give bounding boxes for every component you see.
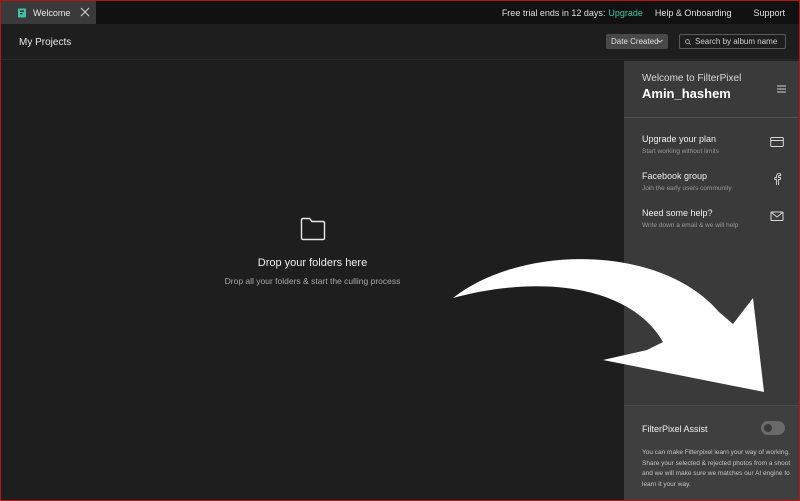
assist-toggle[interactable]: [761, 421, 785, 435]
assist-description: You can make Filterpixel learn your way …: [642, 449, 791, 488]
title-bar: Welcome Free trial ends in 12 days: Upgr…: [1, 1, 799, 24]
trial-status: Free trial ends in 12 days:: [501, 7, 606, 18]
search-input[interactable]: [695, 37, 785, 46]
facebook-group-item[interactable]: Facebook group Join the early users comm…: [642, 171, 792, 192]
welcome-block: Welcome to FilterPixel Amin_hashem: [624, 61, 799, 118]
sort-dropdown[interactable]: Date Created: [606, 34, 668, 49]
page-title: My Projects: [19, 37, 72, 48]
search-box[interactable]: [679, 34, 786, 49]
credit-card-icon: [770, 137, 784, 147]
facebook-group-subtitle: Join the early users community: [642, 185, 732, 192]
app-window: Welcome Free trial ends in 12 days: Upgr…: [0, 0, 800, 501]
sort-dropdown-value: Date Created: [611, 37, 659, 46]
help-onboarding-link[interactable]: Help & Onboarding: [655, 8, 732, 18]
tab-label: Welcome: [33, 7, 71, 18]
welcome-text: Welcome to FilterPixel: [642, 73, 742, 84]
chevron-down-icon: [657, 39, 663, 43]
upgrade-plan-item[interactable]: Upgrade your plan Start working without …: [642, 134, 792, 155]
user-name: Amin_hashem: [642, 86, 731, 101]
curved-arrow-annotation: [453, 259, 764, 392]
tab-welcome[interactable]: Welcome: [1, 1, 96, 24]
toggle-knob: [764, 424, 772, 432]
support-link[interactable]: Support: [753, 8, 785, 18]
folder-icon: [300, 217, 326, 241]
hamburger-menu-icon[interactable]: [777, 85, 786, 93]
assist-block: FilterPixel Assist You can make Filterpi…: [624, 405, 799, 500]
projects-header: My Projects Date Created: [1, 24, 799, 60]
close-icon[interactable]: [80, 7, 90, 17]
upgrade-link[interactable]: Upgrade: [608, 8, 643, 18]
topbar-actions: Free trial ends in 12 days: Upgrade Help…: [502, 1, 785, 24]
search-icon: [685, 38, 691, 45]
assist-title: FilterPixel Assist: [642, 424, 708, 434]
upgrade-plan-subtitle: Start working without limits: [642, 148, 719, 155]
facebook-icon: [774, 173, 782, 185]
filterpixel-logo-icon: [18, 8, 26, 17]
